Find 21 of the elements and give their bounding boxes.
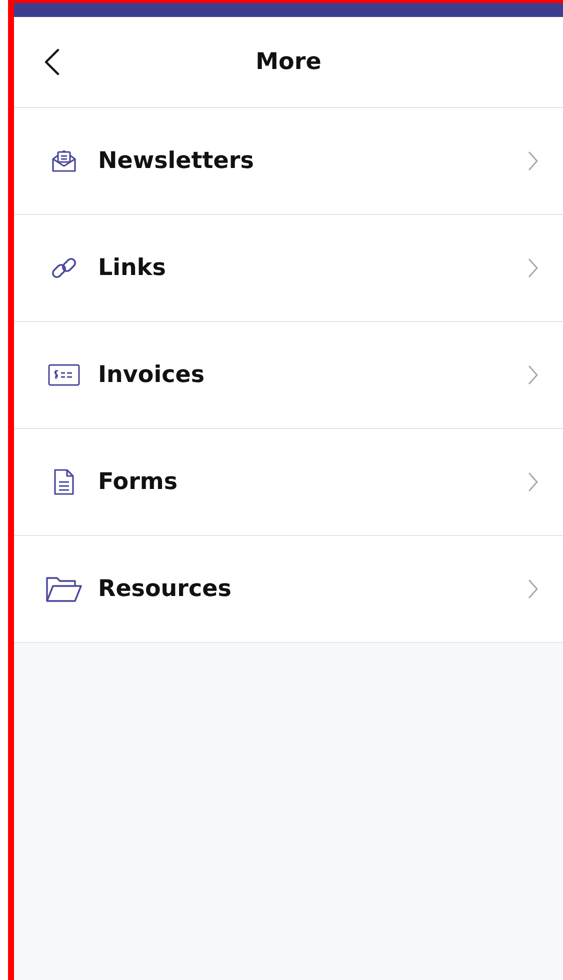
chevron-icon [527,257,539,279]
document-icon [53,468,75,496]
screen-title: More [256,49,322,75]
menu-item[interactable]: Links [14,215,563,322]
menu-item[interactable]: Forms [14,429,563,536]
menu-item[interactable]: Invoices [14,322,563,429]
menu-item-label: Invoices [98,362,206,388]
menu-item[interactable]: Resources [14,536,563,643]
menu-item-label: Links [98,255,167,281]
folder-icon [45,575,83,603]
chevron-icon [527,471,539,493]
back-icon[interactable] [44,48,60,76]
envelope-icon [50,147,78,175]
invoice-icon [48,364,80,386]
menu-item-label: Resources [98,576,232,602]
menu-item-label: Newsletters [98,148,255,174]
chevron-icon [527,150,539,172]
menu-item-label: Forms [98,469,179,495]
chevron-icon [527,578,539,600]
chevron-icon [527,364,539,386]
menu-item[interactable]: Newsletters [14,108,563,215]
